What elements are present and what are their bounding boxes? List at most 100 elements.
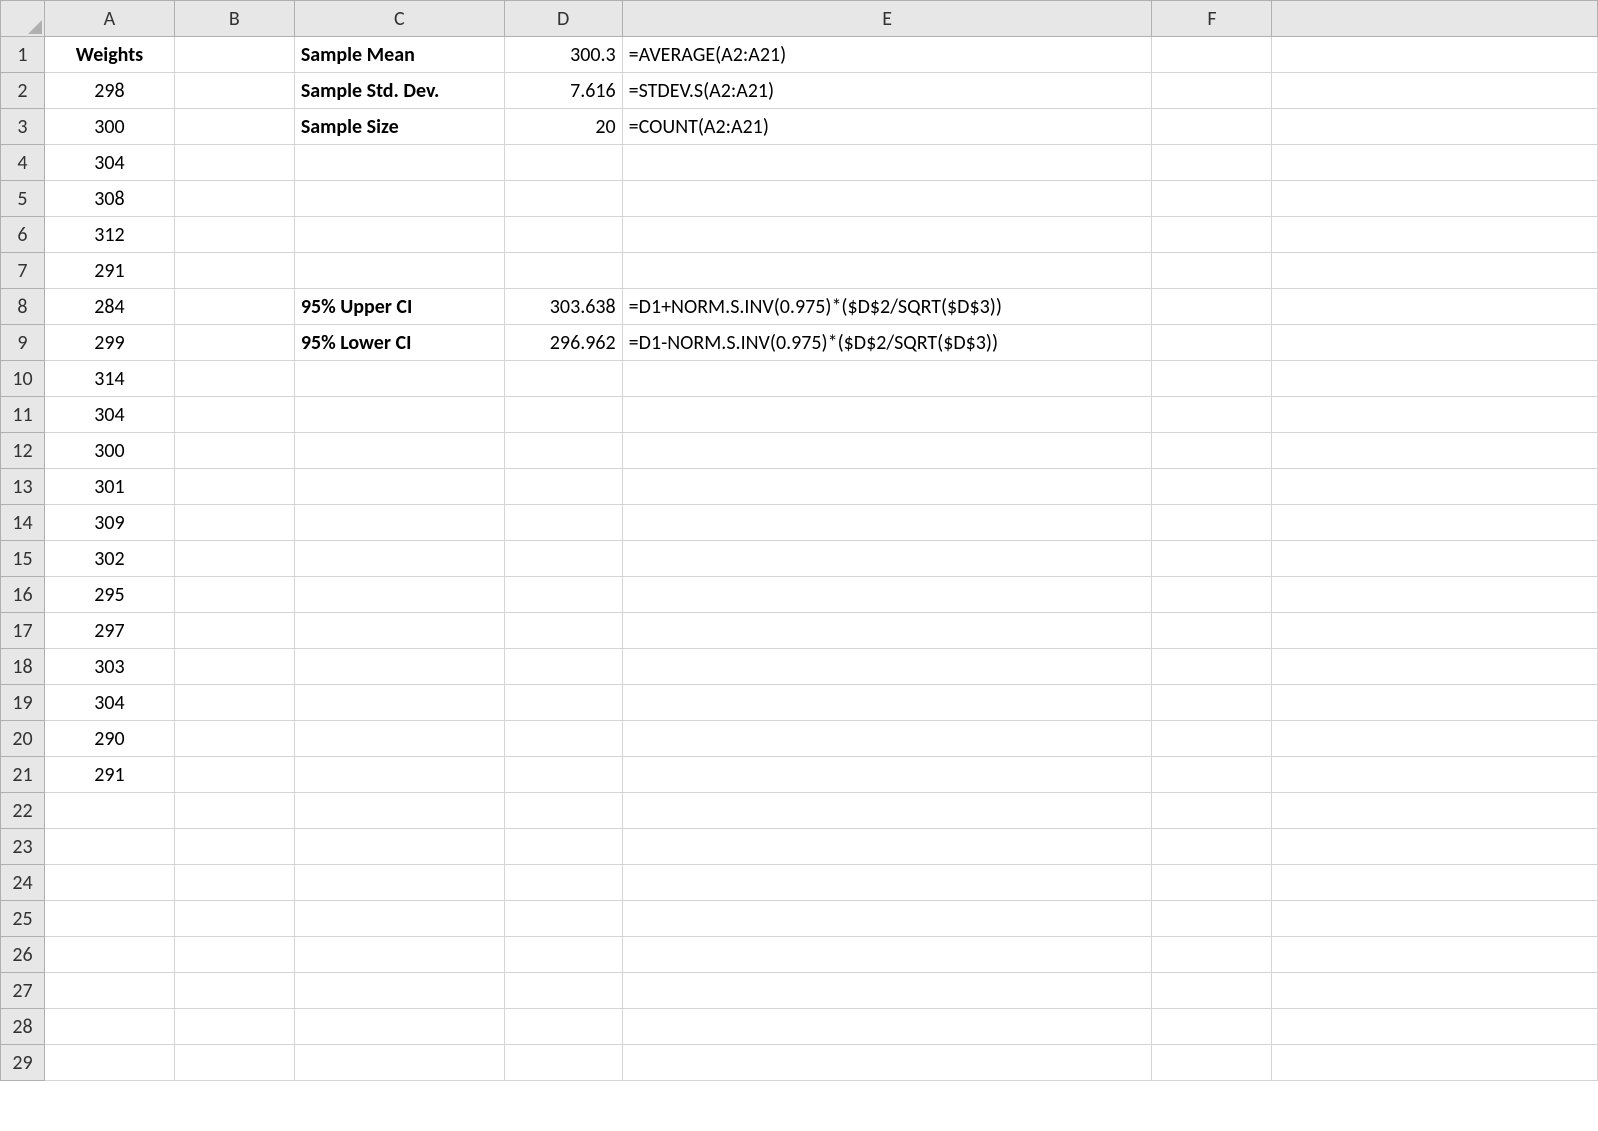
cell-F7[interactable] — [1152, 253, 1272, 289]
cell-E20[interactable] — [622, 721, 1152, 757]
cell-G28[interactable] — [1272, 1009, 1598, 1045]
cell-F22[interactable] — [1152, 793, 1272, 829]
cell-C28[interactable] — [294, 1009, 504, 1045]
cell-B26[interactable] — [174, 937, 294, 973]
cell-G6[interactable] — [1272, 217, 1598, 253]
cell-A5[interactable]: 308 — [45, 181, 175, 217]
cell-G15[interactable] — [1272, 541, 1598, 577]
cell-G25[interactable] — [1272, 901, 1598, 937]
cell-A14[interactable]: 309 — [45, 505, 175, 541]
row-header-7[interactable]: 7 — [1, 253, 45, 289]
cell-G10[interactable] — [1272, 361, 1598, 397]
cell-E3[interactable]: =COUNT(A2:A21) — [622, 109, 1152, 145]
cell-B5[interactable] — [174, 181, 294, 217]
cell-E25[interactable] — [622, 901, 1152, 937]
cell-D16[interactable] — [504, 577, 622, 613]
cell-F11[interactable] — [1152, 397, 1272, 433]
cell-A22[interactable] — [45, 793, 175, 829]
cell-G2[interactable] — [1272, 73, 1598, 109]
cell-C10[interactable] — [294, 361, 504, 397]
row-header-11[interactable]: 11 — [1, 397, 45, 433]
cell-E22[interactable] — [622, 793, 1152, 829]
row-header-5[interactable]: 5 — [1, 181, 45, 217]
cell-D11[interactable] — [504, 397, 622, 433]
cell-F29[interactable] — [1152, 1045, 1272, 1081]
row-header-2[interactable]: 2 — [1, 73, 45, 109]
cell-D7[interactable] — [504, 253, 622, 289]
cell-E21[interactable] — [622, 757, 1152, 793]
row-header-13[interactable]: 13 — [1, 469, 45, 505]
cell-F9[interactable] — [1152, 325, 1272, 361]
cell-B28[interactable] — [174, 1009, 294, 1045]
cell-C27[interactable] — [294, 973, 504, 1009]
cell-E15[interactable] — [622, 541, 1152, 577]
cell-E12[interactable] — [622, 433, 1152, 469]
cell-A16[interactable]: 295 — [45, 577, 175, 613]
row-header-19[interactable]: 19 — [1, 685, 45, 721]
cell-E17[interactable] — [622, 613, 1152, 649]
cell-G24[interactable] — [1272, 865, 1598, 901]
cell-G11[interactable] — [1272, 397, 1598, 433]
cell-D22[interactable] — [504, 793, 622, 829]
cell-D25[interactable] — [504, 901, 622, 937]
cell-C26[interactable] — [294, 937, 504, 973]
cell-C6[interactable] — [294, 217, 504, 253]
cell-B7[interactable] — [174, 253, 294, 289]
cell-B27[interactable] — [174, 973, 294, 1009]
cell-A9[interactable]: 299 — [45, 325, 175, 361]
cell-G26[interactable] — [1272, 937, 1598, 973]
cell-F16[interactable] — [1152, 577, 1272, 613]
cell-E9[interactable]: =D1-NORM.S.INV(0.975)*($D$2/SQRT($D$3)) — [622, 325, 1152, 361]
row-header-9[interactable]: 9 — [1, 325, 45, 361]
cell-B6[interactable] — [174, 217, 294, 253]
cell-G13[interactable] — [1272, 469, 1598, 505]
cell-D13[interactable] — [504, 469, 622, 505]
cell-C29[interactable] — [294, 1045, 504, 1081]
cell-C9[interactable]: 95% Lower CI — [294, 325, 504, 361]
cell-F14[interactable] — [1152, 505, 1272, 541]
cell-F10[interactable] — [1152, 361, 1272, 397]
cell-B10[interactable] — [174, 361, 294, 397]
cell-C18[interactable] — [294, 649, 504, 685]
cell-D24[interactable] — [504, 865, 622, 901]
cell-A23[interactable] — [45, 829, 175, 865]
cell-F12[interactable] — [1152, 433, 1272, 469]
cell-C25[interactable] — [294, 901, 504, 937]
cell-E29[interactable] — [622, 1045, 1152, 1081]
cell-A17[interactable]: 297 — [45, 613, 175, 649]
cell-C19[interactable] — [294, 685, 504, 721]
cell-F4[interactable] — [1152, 145, 1272, 181]
cell-E2[interactable]: =STDEV.S(A2:A21) — [622, 73, 1152, 109]
cell-C12[interactable] — [294, 433, 504, 469]
row-header-10[interactable]: 10 — [1, 361, 45, 397]
cell-A25[interactable] — [45, 901, 175, 937]
row-header-12[interactable]: 12 — [1, 433, 45, 469]
cell-G16[interactable] — [1272, 577, 1598, 613]
cell-F13[interactable] — [1152, 469, 1272, 505]
cell-C17[interactable] — [294, 613, 504, 649]
cell-F20[interactable] — [1152, 721, 1272, 757]
cell-B8[interactable] — [174, 289, 294, 325]
cell-A6[interactable]: 312 — [45, 217, 175, 253]
cell-D8[interactable]: 303.638 — [504, 289, 622, 325]
cell-A3[interactable]: 300 — [45, 109, 175, 145]
cell-G18[interactable] — [1272, 649, 1598, 685]
cell-F18[interactable] — [1152, 649, 1272, 685]
cell-E7[interactable] — [622, 253, 1152, 289]
cell-B23[interactable] — [174, 829, 294, 865]
row-header-27[interactable]: 27 — [1, 973, 45, 1009]
cell-E27[interactable] — [622, 973, 1152, 1009]
cell-E16[interactable] — [622, 577, 1152, 613]
cell-D3[interactable]: 20 — [504, 109, 622, 145]
cell-D9[interactable]: 296.962 — [504, 325, 622, 361]
cell-A15[interactable]: 302 — [45, 541, 175, 577]
cell-B25[interactable] — [174, 901, 294, 937]
row-header-24[interactable]: 24 — [1, 865, 45, 901]
cell-E5[interactable] — [622, 181, 1152, 217]
column-header-E[interactable]: E — [622, 1, 1152, 37]
cell-E8[interactable]: =D1+NORM.S.INV(0.975)*($D$2/SQRT($D$3)) — [622, 289, 1152, 325]
cell-D2[interactable]: 7.616 — [504, 73, 622, 109]
cell-C15[interactable] — [294, 541, 504, 577]
cell-A4[interactable]: 304 — [45, 145, 175, 181]
cell-A19[interactable]: 304 — [45, 685, 175, 721]
